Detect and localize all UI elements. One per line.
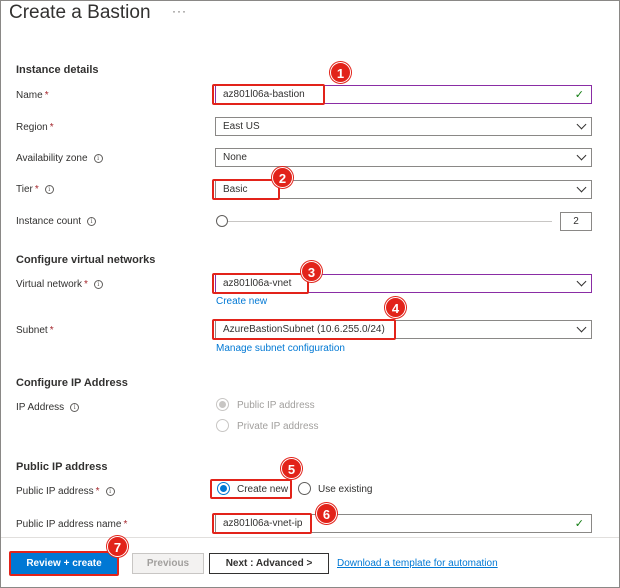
step-badge-7: 7 (107, 536, 128, 557)
zone-label: Availability zone i (16, 153, 103, 164)
name-label: Name * (16, 90, 49, 101)
highlight-box-7 (9, 551, 119, 576)
pip-name-label: Public IP address name * (16, 519, 128, 530)
step-badge-6: 6 (316, 503, 337, 524)
highlight-box-4 (212, 319, 396, 340)
create-new-vnet-link[interactable]: Create new (216, 296, 267, 307)
chevron-down-icon (576, 150, 587, 161)
required-mark: * (34, 184, 39, 195)
section-ip-address: Configure IP Address (16, 377, 128, 389)
previous-button[interactable]: Previous (132, 553, 204, 574)
public-ip-label: Public IP address * i (16, 486, 115, 497)
highlight-box-5 (210, 479, 292, 499)
valid-check-icon: ✓ (574, 89, 584, 101)
info-icon[interactable]: i (105, 487, 115, 496)
vnet-label: Virtual network * i (16, 279, 103, 290)
required-mark: * (49, 325, 54, 336)
page-title: Create a Bastion (9, 2, 151, 23)
info-icon[interactable]: i (93, 280, 103, 289)
info-icon[interactable]: i (44, 185, 54, 194)
instance-count-slider-track[interactable] (222, 221, 552, 222)
highlight-box-3 (212, 273, 309, 294)
private-ip-radio-label: Private IP address (237, 421, 319, 432)
required-mark: * (95, 486, 100, 497)
instance-count-slider-thumb[interactable] (216, 215, 228, 227)
region-select[interactable]: East US (215, 117, 592, 136)
step-badge-2: 2 (272, 167, 293, 188)
zone-select[interactable]: None (215, 148, 592, 167)
highlight-box-1 (212, 84, 325, 105)
tier-label: Tier * i (16, 184, 54, 195)
download-template-link[interactable]: Download a template for automation (337, 558, 498, 569)
ip-address-label: IP Address i (16, 402, 80, 413)
public-ip-radio[interactable] (216, 398, 229, 411)
step-badge-1: 1 (330, 62, 351, 83)
step-badge-3: 3 (301, 261, 322, 282)
section-virtual-networks: Configure virtual networks (16, 254, 156, 266)
highlight-box-2 (212, 179, 280, 200)
section-instance-details: Instance details (16, 64, 99, 76)
required-mark: * (123, 519, 128, 530)
use-existing-pip-label: Use existing (318, 484, 373, 495)
footer-divider (1, 537, 619, 538)
step-badge-4: 4 (385, 297, 406, 318)
step-badge-5: 5 (281, 458, 302, 479)
section-public-ip: Public IP address (16, 461, 108, 473)
more-options-icon[interactable]: ··· (172, 4, 187, 18)
chevron-down-icon (576, 182, 587, 193)
required-mark: * (49, 122, 54, 133)
chevron-down-icon (576, 276, 587, 287)
info-icon[interactable]: i (93, 154, 103, 163)
chevron-down-icon (576, 322, 587, 333)
required-mark: * (83, 279, 88, 290)
count-label: Instance count i (16, 216, 97, 227)
manage-subnet-link[interactable]: Manage subnet configuration (216, 343, 345, 354)
required-mark: * (44, 90, 49, 101)
valid-check-icon: ✓ (574, 518, 584, 530)
private-ip-radio[interactable] (216, 419, 229, 432)
region-label: Region * (16, 122, 54, 133)
use-existing-pip-radio[interactable] (298, 482, 311, 495)
instance-count-input[interactable]: 2 (560, 212, 592, 231)
info-icon[interactable]: i (87, 217, 97, 226)
next-advanced-button[interactable]: Next : Advanced > (209, 553, 329, 574)
info-icon[interactable]: i (70, 403, 80, 412)
subnet-label: Subnet * (16, 325, 54, 336)
chevron-down-icon (576, 119, 587, 130)
highlight-box-6 (212, 513, 312, 534)
public-ip-radio-label: Public IP address (237, 400, 315, 411)
